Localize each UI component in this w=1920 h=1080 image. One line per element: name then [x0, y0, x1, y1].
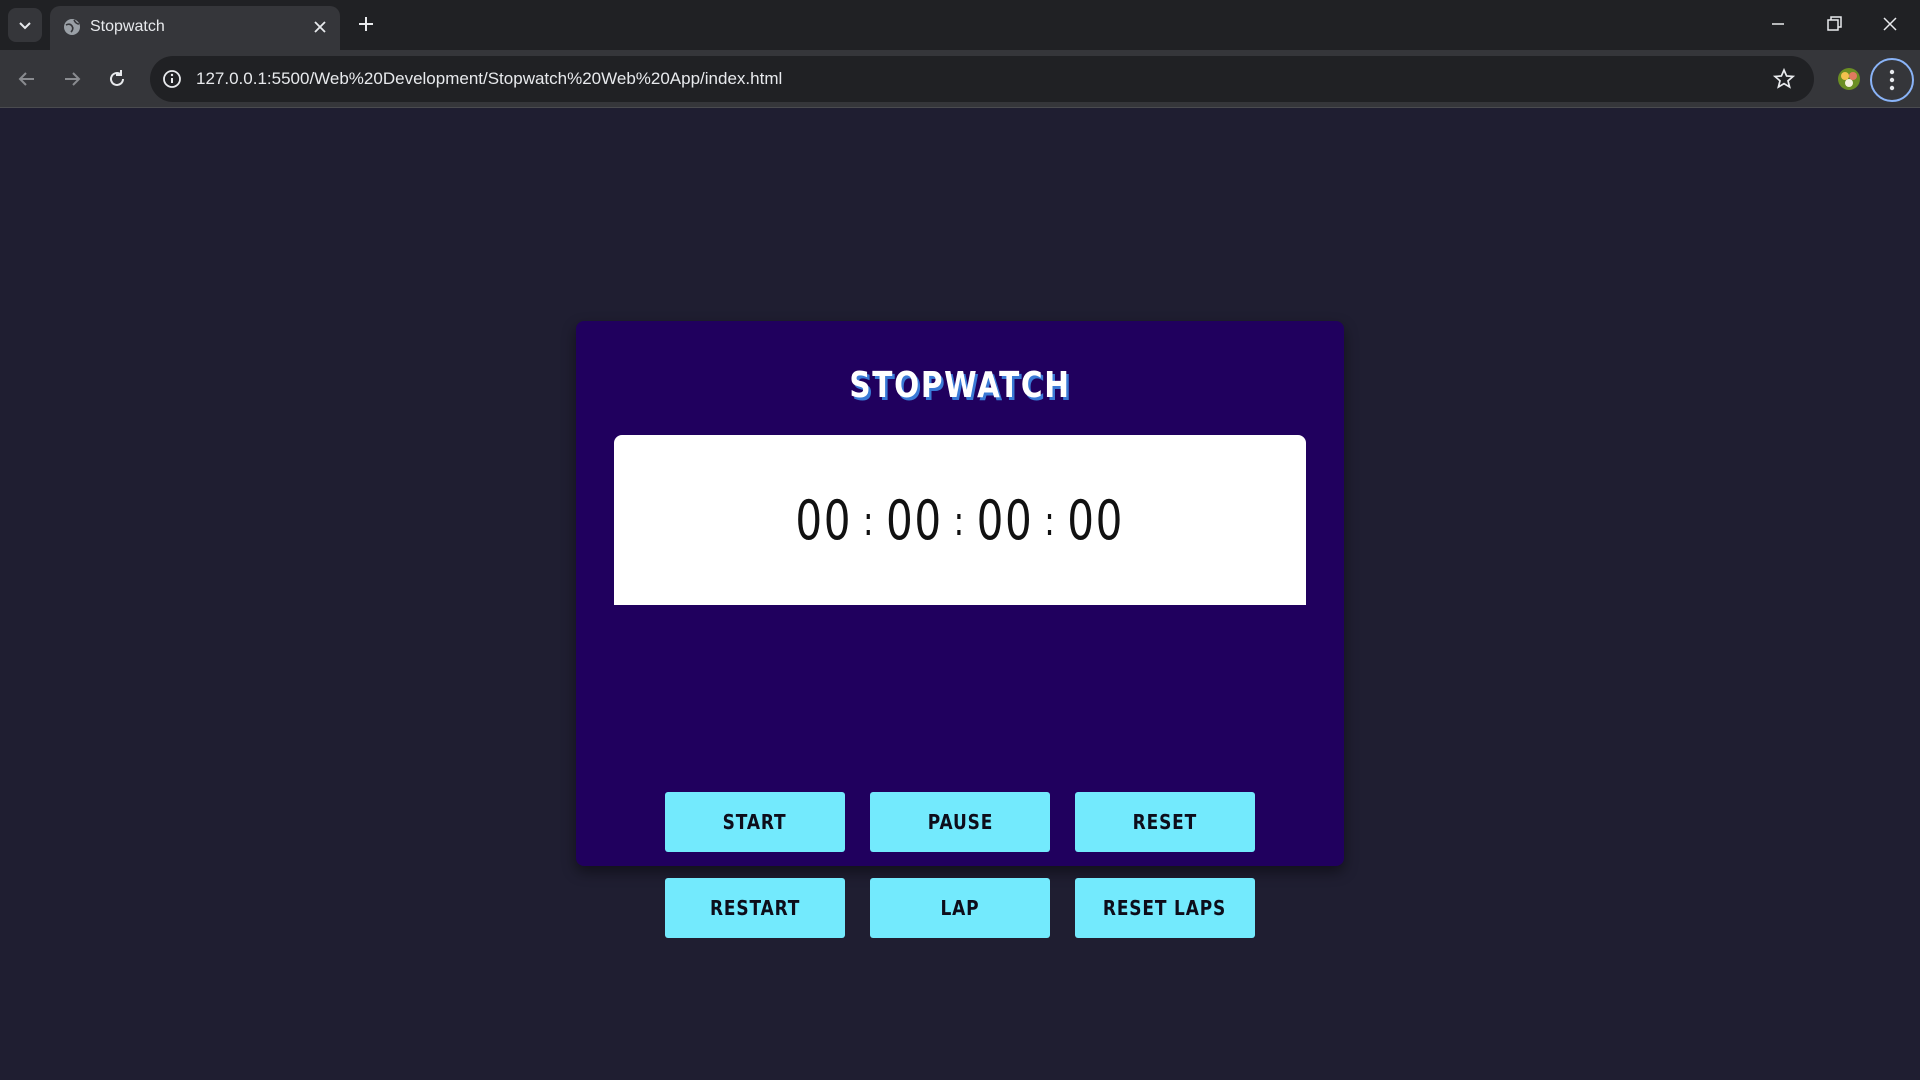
reset-button[interactable]: RESET: [1075, 792, 1255, 852]
tab-list-button[interactable]: [8, 8, 42, 42]
time-display: 00:00:00:00: [614, 435, 1306, 605]
star-icon[interactable]: [1772, 67, 1796, 91]
time-separator: :: [1044, 498, 1057, 545]
tab-title: Stopwatch: [90, 18, 165, 35]
minutes-value: 00: [886, 488, 944, 552]
seconds-value: 00: [976, 488, 1034, 552]
reload-icon[interactable]: [104, 66, 130, 92]
restart-button-label: RESTART: [709, 896, 801, 920]
lap-button[interactable]: LAP: [870, 878, 1050, 938]
globe-icon: [64, 19, 80, 35]
kebab-menu-icon: [1889, 69, 1895, 91]
start-button[interactable]: START: [665, 792, 845, 852]
hours-value: 00: [795, 488, 853, 552]
reset-laps-button-label: RESET LAPS: [1103, 896, 1227, 920]
address-bar[interactable]: 127.0.0.1:5500/Web%20Development/Stopwat…: [150, 56, 1814, 102]
restart-button[interactable]: RESTART: [665, 878, 845, 938]
restore-icon[interactable]: [1822, 12, 1846, 36]
arrow-right-icon[interactable]: [59, 66, 85, 92]
minimize-icon[interactable]: [1766, 12, 1790, 36]
time-separator: :: [953, 498, 967, 545]
time-readout: 00:00:00:00: [796, 489, 1125, 552]
lap-button-label: LAP: [940, 896, 980, 920]
browser-toolbar: 127.0.0.1:5500/Web%20Development/Stopwat…: [0, 50, 1920, 108]
pause-button-label: PAUSE: [927, 810, 993, 834]
browser-tab-strip: Stopwatch: [0, 0, 1920, 50]
close-icon[interactable]: [310, 17, 330, 37]
plus-icon[interactable]: [354, 12, 378, 36]
chevron-down-icon: [19, 22, 31, 30]
url-text[interactable]: 127.0.0.1:5500/Web%20Development/Stopwat…: [196, 69, 782, 89]
page-content: STOPWATCH 00:00:00:00 START PAUSE RESET …: [0, 109, 1920, 1080]
start-button-label: START: [723, 810, 787, 834]
info-icon[interactable]: [160, 67, 184, 91]
page-title: STOPWATCH: [849, 365, 1071, 406]
reset-laps-button[interactable]: RESET LAPS: [1075, 878, 1255, 938]
reset-button-label: RESET: [1132, 810, 1198, 834]
arrow-left-icon[interactable]: [14, 66, 40, 92]
extension-icon[interactable]: [1834, 64, 1864, 94]
browser-menu-button[interactable]: [1870, 58, 1914, 102]
pause-button[interactable]: PAUSE: [870, 792, 1050, 852]
close-window-icon[interactable]: [1878, 12, 1902, 36]
stopwatch-card: STOPWATCH 00:00:00:00 START PAUSE RESET …: [576, 321, 1344, 938]
time-separator: :: [863, 498, 876, 545]
centiseconds-value: 00: [1067, 488, 1125, 552]
browser-tab[interactable]: Stopwatch: [50, 6, 340, 50]
